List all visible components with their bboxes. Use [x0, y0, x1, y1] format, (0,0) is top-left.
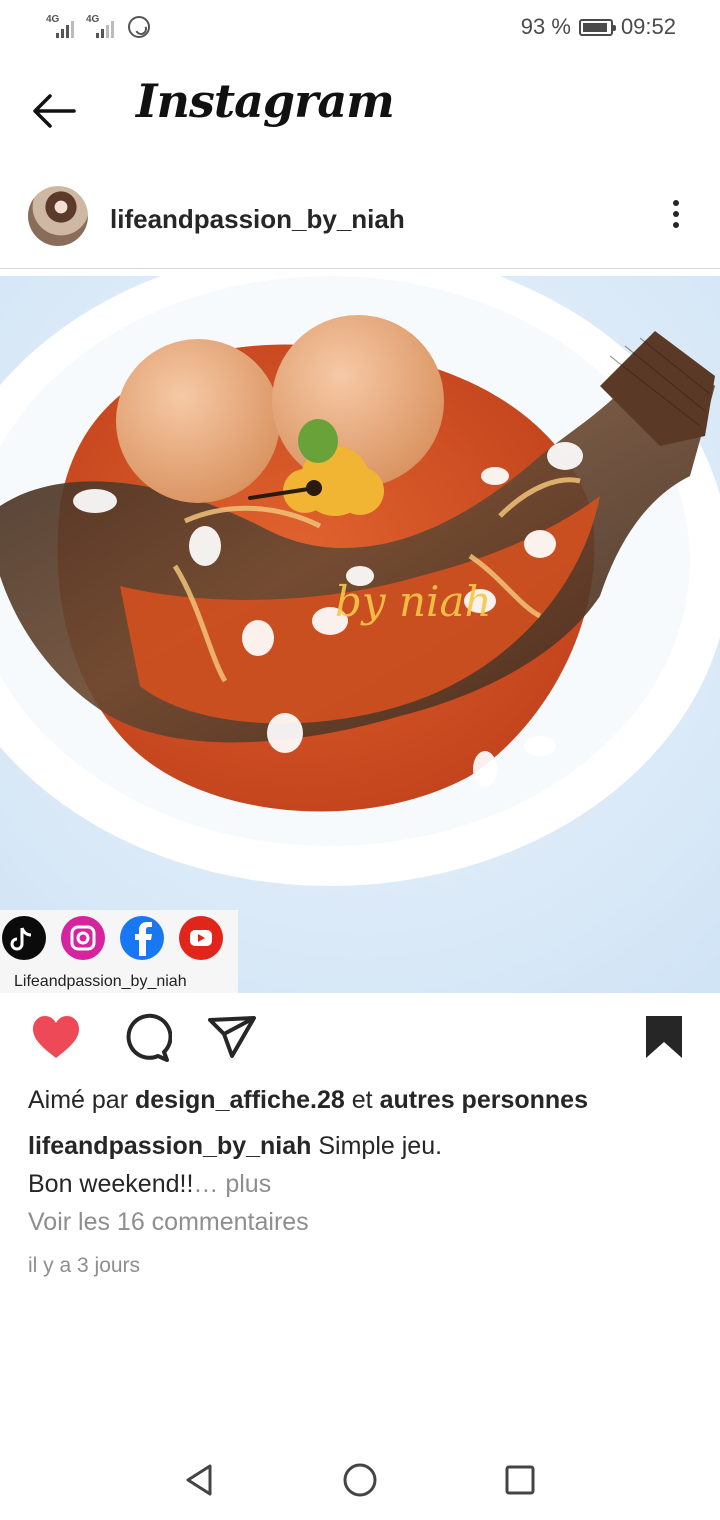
battery-percent: 93 %: [520, 14, 571, 39]
caption-username[interactable]: lifeandpassion_by_niah: [28, 1132, 311, 1160]
watermark-handle: Lifeandpassion_by_niah: [14, 973, 187, 990]
status-left: 4G 4G: [46, 14, 150, 40]
more-vertical-icon: [664, 200, 688, 228]
caption-text: Simple jeu.: [318, 1132, 443, 1160]
liked-by-joiner: et: [351, 1086, 373, 1114]
likes-summary[interactable]: Aimé par design_affiche.28 et autres per…: [28, 1086, 588, 1115]
post-username[interactable]: lifeandpassion_by_niah: [110, 204, 405, 235]
liked-by-others[interactable]: autres personnes: [380, 1086, 588, 1114]
share-button[interactable]: [206, 1012, 258, 1064]
back-arrow-icon: [33, 94, 76, 128]
status-bar: 4G 4G 93 % 09:52: [0, 0, 720, 56]
clock: 09:52: [620, 14, 676, 39]
triangle-back-icon: [186, 1464, 212, 1496]
battery-icon: [578, 18, 616, 36]
system-nav-bar: [0, 1440, 720, 1520]
instagram-logo: Instagram: [136, 74, 395, 128]
social-icons: [2, 916, 223, 960]
signal-icon: 4G: [86, 14, 120, 40]
send-icon: [208, 1016, 256, 1058]
whatsapp-icon: [128, 16, 150, 38]
circle-home-icon: [343, 1463, 377, 1497]
like-button[interactable]: [30, 1012, 82, 1064]
heart-icon: [33, 1016, 79, 1058]
caption-more-link[interactable]: … plus: [193, 1170, 271, 1198]
view-comments-link[interactable]: Voir les 16 commentaires: [28, 1208, 309, 1237]
liked-by-prefix: Aimé par: [28, 1086, 129, 1114]
more-options-button[interactable]: [664, 200, 688, 236]
caption-text-2: Bon weekend!!: [28, 1170, 194, 1198]
caption: lifeandpassion_by_niah Simple jeu. Bon w…: [28, 1127, 688, 1203]
save-button[interactable]: [638, 1012, 690, 1064]
comment-button[interactable]: [120, 1012, 173, 1064]
square-recents-icon: [505, 1465, 535, 1495]
signal-icon: 4G: [46, 14, 80, 40]
nav-home-button[interactable]: [340, 1460, 380, 1500]
post-image[interactable]: by niah: [0, 276, 720, 993]
social-watermark: Lifeandpassion_by_niah: [0, 910, 238, 993]
bookmark-icon: [646, 1016, 682, 1058]
food-photo: by niah: [0, 276, 720, 993]
nav-recents-button[interactable]: [500, 1460, 540, 1500]
post-actions: [0, 1012, 720, 1072]
nav-back-button[interactable]: [180, 1460, 220, 1500]
liked-by-user[interactable]: design_affiche.28: [135, 1086, 345, 1114]
comment-icon: [126, 1013, 173, 1062]
post-timestamp: il y a 3 jours: [28, 1254, 141, 1277]
avatar[interactable]: [28, 186, 88, 246]
post-header: lifeandpassion_by_niah: [0, 180, 720, 269]
app-bar: Instagram: [0, 60, 720, 160]
back-button[interactable]: [26, 88, 86, 134]
status-right: 93 % 09:52: [521, 14, 676, 40]
image-watermark: by niah: [335, 577, 492, 626]
